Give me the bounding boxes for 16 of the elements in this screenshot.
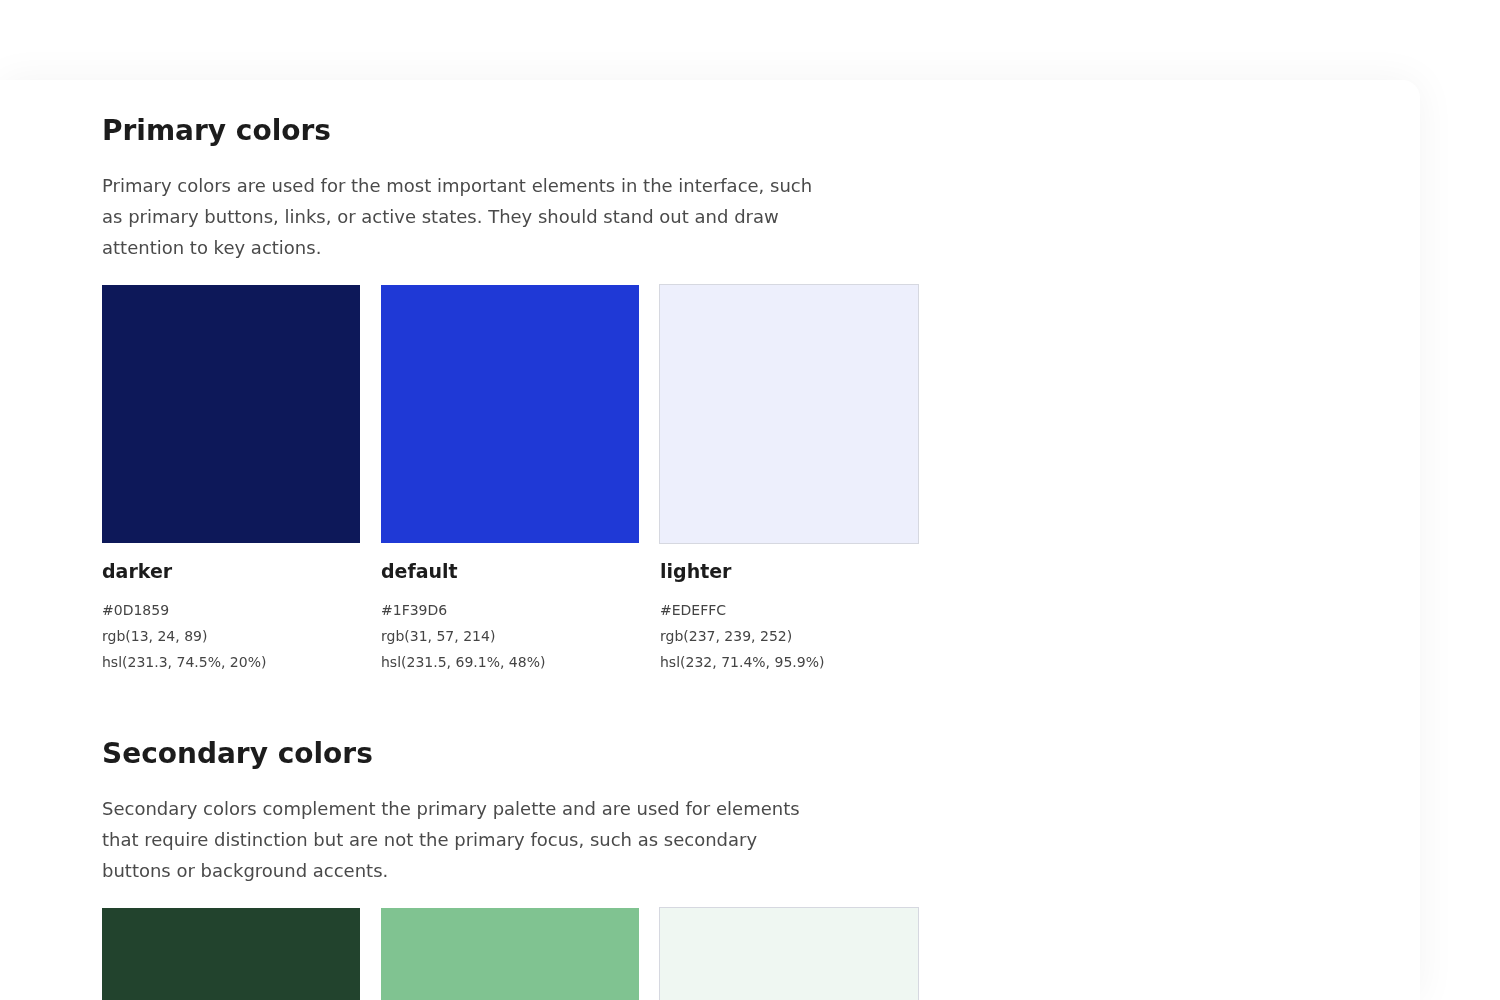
color-code: #0D1859 <box>102 601 171 621</box>
color-code: hsl(231.3, 74.5%, 20%) <box>102 653 268 673</box>
section-title: Primary colors <box>102 114 332 148</box>
color-code: hsl(231.5, 69.1%, 48%) <box>381 653 547 673</box>
section-title: Secondary colors <box>102 737 374 771</box>
color-code: rgb(13, 24, 89) <box>102 627 209 647</box>
color-code: #EDEFFC <box>660 601 728 621</box>
swatch-name: darker <box>102 558 174 584</box>
section-description: Secondary colors complement the primary palette and are used for elements that require distinction but are not the primary focus, such as secondary buttons or background accents. <box>102 796 801 883</box>
section-description: Primary colors are used for the most important elements in the interface, such as primary buttons, links, or active states. They should stand out and draw attention to key actions. <box>102 173 814 260</box>
color-code: hsl(232, 71.4%, 95.9%) <box>660 653 826 673</box>
color-code: rgb(31, 57, 214) <box>381 627 497 647</box>
swatch-name: lighter <box>660 558 733 584</box>
color-code: rgb(237, 239, 252) <box>660 627 794 647</box>
color-code: #1F39D6 <box>381 601 449 621</box>
swatch-name: default <box>381 558 459 584</box>
